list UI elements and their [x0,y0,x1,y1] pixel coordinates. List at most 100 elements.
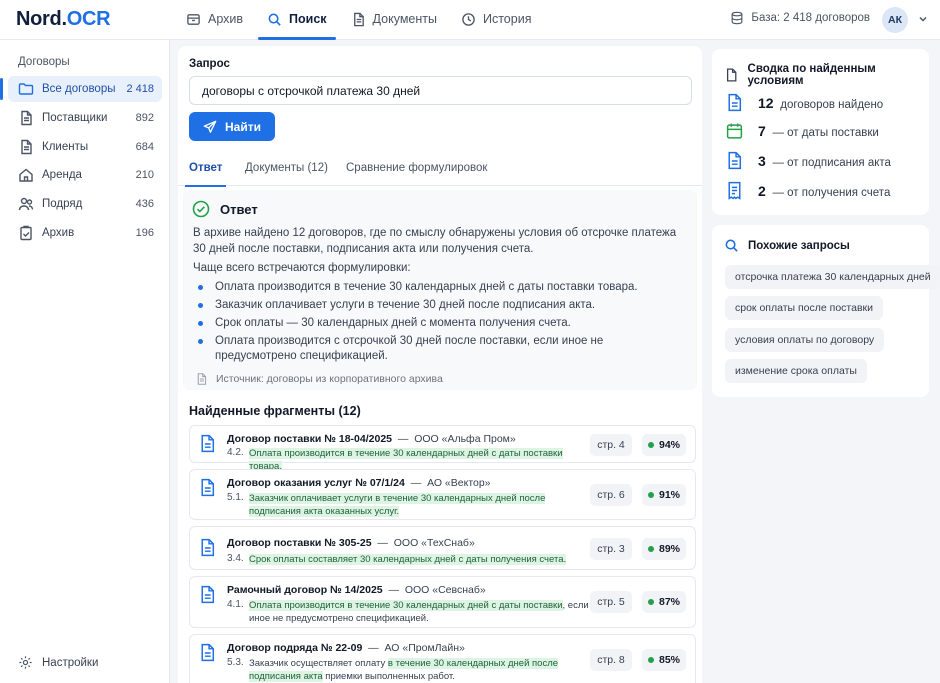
fragments-list: Договор поставки № 18-04/2025 — ООО «Аль… [189,425,696,683]
nav-documents[interactable]: Документы [342,0,446,38]
document-icon [197,373,207,385]
gear-icon [19,656,32,669]
summary-row: 7 — от даты поставки [726,122,879,140]
list-item: Срок оплаты — 30 календарных дней с моме… [197,316,687,331]
document-icon [728,93,742,112]
page-badge[interactable]: стр. 3 [590,538,632,560]
sidebar-item-all-contracts[interactable]: Все договоры 2 418 [0,76,162,102]
app-logo[interactable]: Nord.OCR [16,8,111,31]
clause-number: 4.2. [227,447,244,458]
sidebar-item-archive[interactable]: Архив 196 [8,220,162,246]
answer-source: Источник: договоры из корпоративного арх… [195,372,443,386]
clipboard-icon [20,225,32,241]
score-dot [647,657,654,663]
list-item: Оплата производится в течение 30 календа… [197,280,687,295]
tab-compare[interactable]: Сравнение формулировок [346,162,487,186]
user-avatar[interactable]: АК [882,7,908,33]
answer-text: В архиве найдено 12 договоров, где по см… [193,227,677,255]
search-input[interactable] [189,76,692,105]
check-circle-icon [192,200,210,218]
fragment-card[interactable]: Договор поставки № 305-25 — ООО «ТехСнаб… [189,526,696,570]
fragments-title: Найденные фрагменты (12) [189,404,361,418]
document-icon [21,110,32,125]
clause-number: 5.1. [227,492,244,503]
database-info: База: 2 418 договоров [730,11,870,25]
fragment-text: Оплата производится в течение 30 календа… [249,600,589,624]
document-icon [201,643,215,662]
document-icon [201,538,215,557]
folder-icon [18,83,34,95]
sidebar-item-clients[interactable]: Клиенты 684 [8,134,162,160]
score-dot [647,546,654,552]
archive-icon [187,13,200,25]
nav-search[interactable]: Поиск [258,0,336,40]
send-icon [203,120,217,133]
fragment-card[interactable]: Договор поставки № 18-04/2025 — ООО «Аль… [189,425,696,472]
fragment-header: Рамочный договор № 14/2025 — ООО «Севсна… [227,584,486,596]
query-label: Запрос [189,58,230,70]
page-badge[interactable]: стр. 4 [590,434,632,456]
fragment-text: Заказчик оплачивает услуги в течение 30 … [249,493,546,517]
score-badge: 87% [642,591,686,613]
similar-query-chip[interactable]: срок оплаты после поставки [725,296,883,320]
fragment-header: Договор поставки № 305-25 — ООО «ТехСнаб… [227,537,475,549]
page-badge[interactable]: стр. 8 [590,649,632,671]
fragment-card[interactable]: Договор оказания услуг № 07/1/24 — АО «В… [189,469,696,520]
answer-heading: Ответ [192,200,258,218]
settings-link[interactable]: Настройки [18,655,98,670]
top-bar: Nord.OCR Архив Поиск Документы История Б… [0,0,940,40]
similar-query-chip[interactable]: изменение срока оплаты [725,359,867,383]
fragment-header: Договор поставки № 18-04/2025 — ООО «Аль… [227,433,516,445]
document-icon [728,151,742,170]
fragment-text: Заказчик осуществляет оплату в течение 3… [249,658,559,682]
nav-archive[interactable]: Архив [177,0,252,38]
clause-number: 4.1. [227,599,244,610]
answer-bullets: Оплата производится в течение 30 календа… [197,280,687,367]
similar-queries-card: Похожие запросы отсрочка платежа 30 кале… [712,225,940,397]
document-icon [201,478,215,497]
document-icon [201,434,215,453]
page-badge[interactable]: стр. 6 [590,484,632,506]
score-badge: 94% [642,434,686,456]
search-icon [268,13,281,26]
sidebar-item-contract-work[interactable]: Подряд 436 [8,191,162,217]
answer-subtitle: Чаще всего встречаются формулировки: [193,262,411,274]
list-item: Оплата производится с отсрочкой 30 дней … [197,334,687,364]
document-icon [21,139,32,154]
summary-row: 2 — от получения счета [726,181,890,200]
receipt-icon [728,181,741,200]
sidebar-item-rent[interactable]: Аренда 210 [8,162,162,188]
result-tabs: Ответ Документы (12) Сравнение формулиро… [178,156,702,187]
fragment-card[interactable]: Договор подряда № 22-09 — АО «ПромЛайн» … [189,634,696,683]
page-badge[interactable]: стр. 5 [590,591,632,613]
similar-query-chip[interactable]: отсрочка платежа 30 календарных дней [725,265,940,289]
summary-row: 3 — от подписания акта [726,151,891,170]
nav-history[interactable]: История [452,0,540,38]
score-dot [647,492,654,498]
search-icon [725,239,738,252]
find-button[interactable]: Найти [189,112,275,141]
document-icon [201,585,215,604]
fragment-text: Срок оплаты составляет 30 календарных дн… [249,554,567,565]
similar-title: Похожие запросы [724,238,850,253]
clause-number: 5.3. [227,657,244,668]
main-panel: Запрос Найти Ответ Документы (12) Сравне… [178,46,702,683]
document-icon [726,68,737,82]
tab-documents[interactable]: Документы (12) [245,162,328,186]
fragment-card[interactable]: Рамочный договор № 14/2025 — ООО «Севсна… [189,576,696,628]
sidebar: Договоры Все договоры 2 418 Поставщики 8… [0,40,170,683]
fragment-header: Договор оказания услуг № 07/1/24 — АО «В… [227,477,491,489]
summary-row: 12 договоров найдено [726,93,883,112]
database-icon [732,11,743,25]
score-dot [647,442,654,448]
similar-query-chip[interactable]: условия оплаты по договору [725,328,885,352]
calendar-icon [726,123,743,139]
chevron-down-icon[interactable] [918,14,928,24]
summary-card: Сводка по найденным условиям 12 договоро… [712,49,929,215]
answer-card: Ответ В архиве найдено 12 договоров, где… [183,190,697,390]
home-icon [19,168,33,183]
sidebar-item-suppliers[interactable]: Поставщики 892 [8,105,162,131]
tab-answer[interactable]: Ответ [184,162,227,187]
score-badge: 89% [642,538,686,560]
score-badge: 91% [642,484,686,506]
